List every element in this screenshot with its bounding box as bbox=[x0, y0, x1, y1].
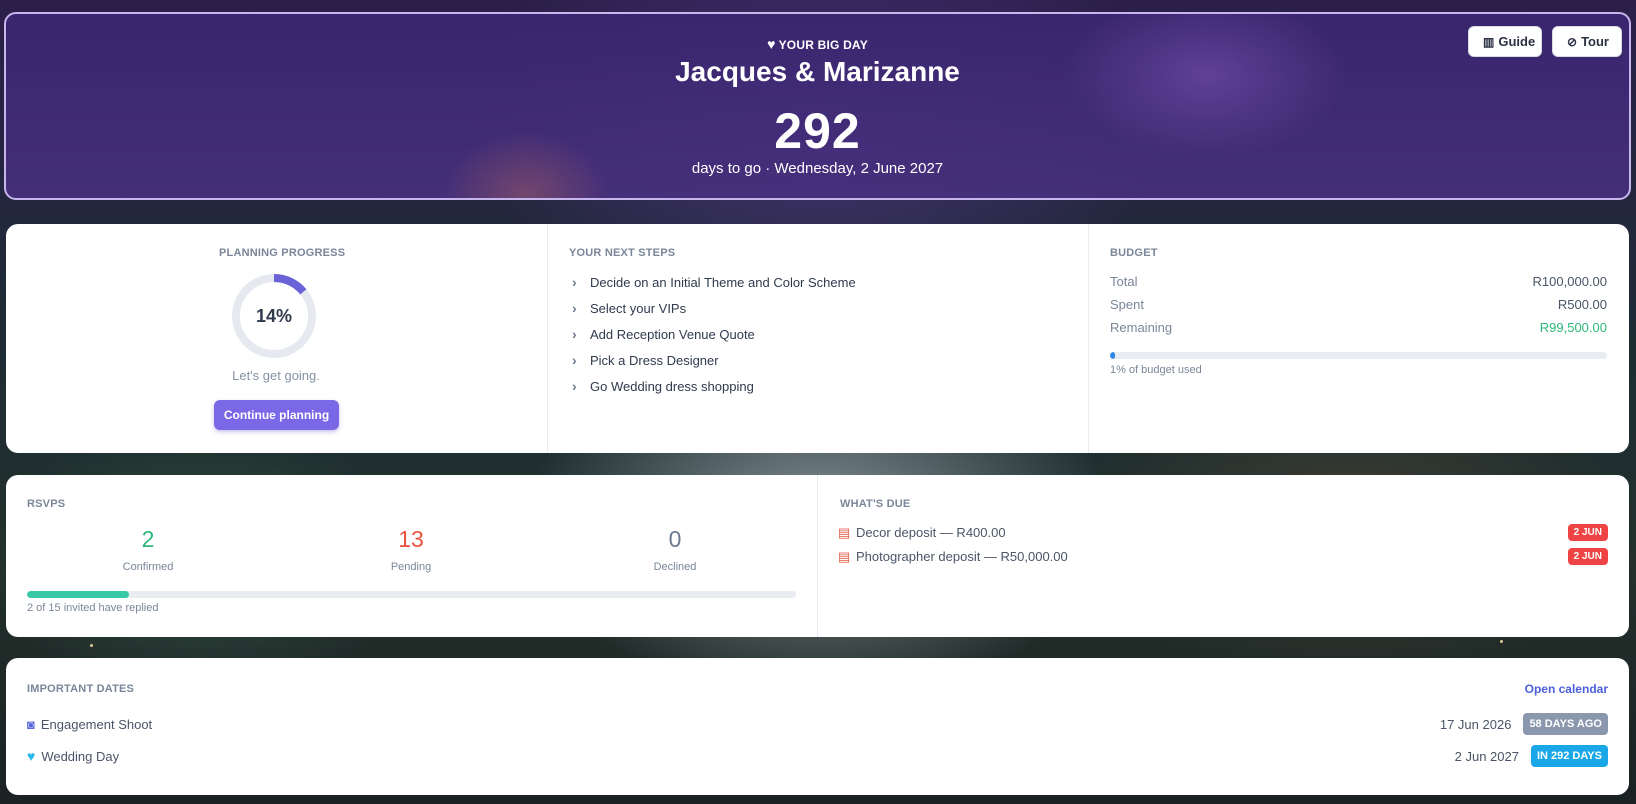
budget-remaining-value: R99,500.00 bbox=[1539, 320, 1607, 335]
due-item[interactable]: ▤ Decor deposit — R400.00 2 JUN bbox=[838, 524, 1608, 541]
days-countdown: 292 bbox=[774, 103, 861, 159]
budget-total-label: Total bbox=[1110, 274, 1138, 289]
countdown-hero: ♥ YOUR BIG DAY Jacques & Marizanne 292 da… bbox=[4, 12, 1631, 200]
rsvp-confirmed-label: Confirmed bbox=[122, 561, 174, 573]
budget-total-value: R100,000.00 bbox=[1532, 274, 1607, 289]
due-date-badge: 2 JUN bbox=[1567, 548, 1608, 565]
camera-icon: ◙ bbox=[27, 716, 35, 732]
next-step-text: Go Wedding dress shopping bbox=[590, 378, 754, 394]
chevron-right-icon: › bbox=[572, 378, 577, 394]
rsvp-confirmed-stat: 2 Confirmed bbox=[48, 526, 248, 573]
next-step-item[interactable]: › Decide on an Initial Theme and Color Sc… bbox=[572, 274, 856, 290]
due-date-badge: 2 JUN bbox=[1567, 524, 1608, 541]
hero-kicker: ♥ YOUR BIG DAY bbox=[6, 36, 1629, 52]
rsvp-confirmed-count: 2 bbox=[141, 526, 155, 552]
chevron-right-icon: › bbox=[572, 274, 577, 290]
tour-label: Tour bbox=[1581, 34, 1609, 49]
rsvp-pending-count: 13 bbox=[398, 526, 424, 552]
rsvp-replied-bar bbox=[27, 591, 796, 598]
budget-remaining-label: Remaining bbox=[1110, 320, 1173, 335]
budget-spent-row: Spent R500.00 bbox=[1110, 297, 1607, 312]
next-step-text: Pick a Dress Designer bbox=[590, 352, 719, 368]
budget-used-bar bbox=[1110, 352, 1607, 359]
important-date-value: 2 Jun 2027 bbox=[1454, 748, 1519, 764]
continue-planning-button[interactable]: Continue planning bbox=[214, 400, 339, 430]
due-item-text: Decor deposit — R400.00 bbox=[856, 525, 1006, 540]
open-calendar-link[interactable]: Open calendar bbox=[1480, 682, 1608, 696]
due-item[interactable]: ▤ Photographer deposit — R50,000.00 2 JU… bbox=[838, 548, 1608, 565]
tour-button[interactable]: ⊘ Tour bbox=[1552, 26, 1622, 57]
budget-label: BUDGET bbox=[1110, 247, 1158, 259]
important-date-row[interactable]: ◙ Engagement Shoot 17 Jun 2026 58 DAYS A… bbox=[27, 713, 1608, 735]
next-step-item[interactable]: › Pick a Dress Designer bbox=[572, 352, 719, 368]
budget-total-row: Total R100,000.00 bbox=[1110, 274, 1607, 289]
budget-used-text: 1% of budget used bbox=[1110, 364, 1202, 376]
rsvps-label: RSVPS bbox=[27, 498, 66, 510]
budget-remaining-row: Remaining R99,500.00 bbox=[1110, 320, 1607, 335]
next-step-item[interactable]: › Go Wedding dress shopping bbox=[572, 378, 754, 394]
important-dates-label: IMPORTANT DATES bbox=[27, 683, 135, 695]
budget-spent-label: Spent bbox=[1110, 297, 1144, 312]
chevron-right-icon: › bbox=[572, 352, 577, 368]
guide-label: Guide bbox=[1498, 34, 1536, 49]
compass-icon: ⊘ bbox=[1567, 34, 1578, 49]
days-ago-badge: 58 DAYS AGO bbox=[1523, 713, 1608, 735]
days-until-badge: IN 292 DAYS bbox=[1530, 745, 1608, 767]
important-date-name: Wedding Day bbox=[41, 748, 120, 764]
progress-ring: 14% bbox=[230, 272, 318, 360]
hero-kicker-text: YOUR BIG DAY bbox=[778, 38, 868, 52]
guide-button[interactable]: ▥ Guide bbox=[1468, 26, 1542, 57]
rsvp-declined-count: 0 bbox=[668, 526, 682, 552]
next-step-text: Add Reception Venue Quote bbox=[590, 326, 755, 342]
due-item-text: Photographer deposit — R50,000.00 bbox=[856, 549, 1068, 564]
rsvp-declined-label: Declined bbox=[653, 561, 697, 573]
rsvp-pending-label: Pending bbox=[390, 561, 432, 573]
next-step-text: Decide on an Initial Theme and Color Sch… bbox=[590, 274, 856, 290]
progress-caption: Let's get going. bbox=[232, 368, 320, 383]
next-step-item[interactable]: › Add Reception Venue Quote bbox=[572, 326, 755, 342]
couple-names: Jacques & Marizanne bbox=[675, 56, 960, 87]
rsvp-replied-text: 2 of 15 invited have replied bbox=[27, 602, 159, 614]
heart-icon: ♥ bbox=[27, 748, 36, 764]
important-date-name: Engagement Shoot bbox=[40, 716, 153, 732]
rsvp-declined-stat: 0 Declined bbox=[575, 526, 775, 573]
important-date-row[interactable]: ♥ Wedding Day 2 Jun 2027 IN 292 DAYS bbox=[27, 745, 1608, 767]
whats-due-label: WHAT'S DUE bbox=[840, 498, 911, 510]
invoice-icon: ▤ bbox=[838, 548, 851, 564]
invoice-icon: ▤ bbox=[838, 524, 851, 540]
heart-icon: ♥ bbox=[767, 36, 776, 52]
planning-progress-label: PLANNING PROGRESS bbox=[219, 247, 346, 259]
rsvp-pending-stat: 13 Pending bbox=[311, 526, 511, 573]
next-steps-label: YOUR NEXT STEPS bbox=[569, 247, 676, 259]
next-step-item[interactable]: › Select your VIPs bbox=[572, 300, 686, 316]
budget-spent-value: R500.00 bbox=[1557, 297, 1607, 312]
progress-percent: 14% bbox=[255, 305, 293, 326]
wedding-date-subtitle: days to go · Wednesday, 2 June 2027 bbox=[691, 160, 944, 177]
important-date-value: 17 Jun 2026 bbox=[1439, 716, 1512, 732]
chevron-right-icon: › bbox=[572, 326, 577, 342]
next-step-text: Select your VIPs bbox=[590, 300, 687, 316]
chevron-right-icon: › bbox=[572, 300, 577, 316]
budget-used-fill bbox=[1110, 352, 1115, 359]
rsvp-replied-fill bbox=[27, 591, 130, 598]
book-icon: ▥ bbox=[1483, 34, 1495, 49]
